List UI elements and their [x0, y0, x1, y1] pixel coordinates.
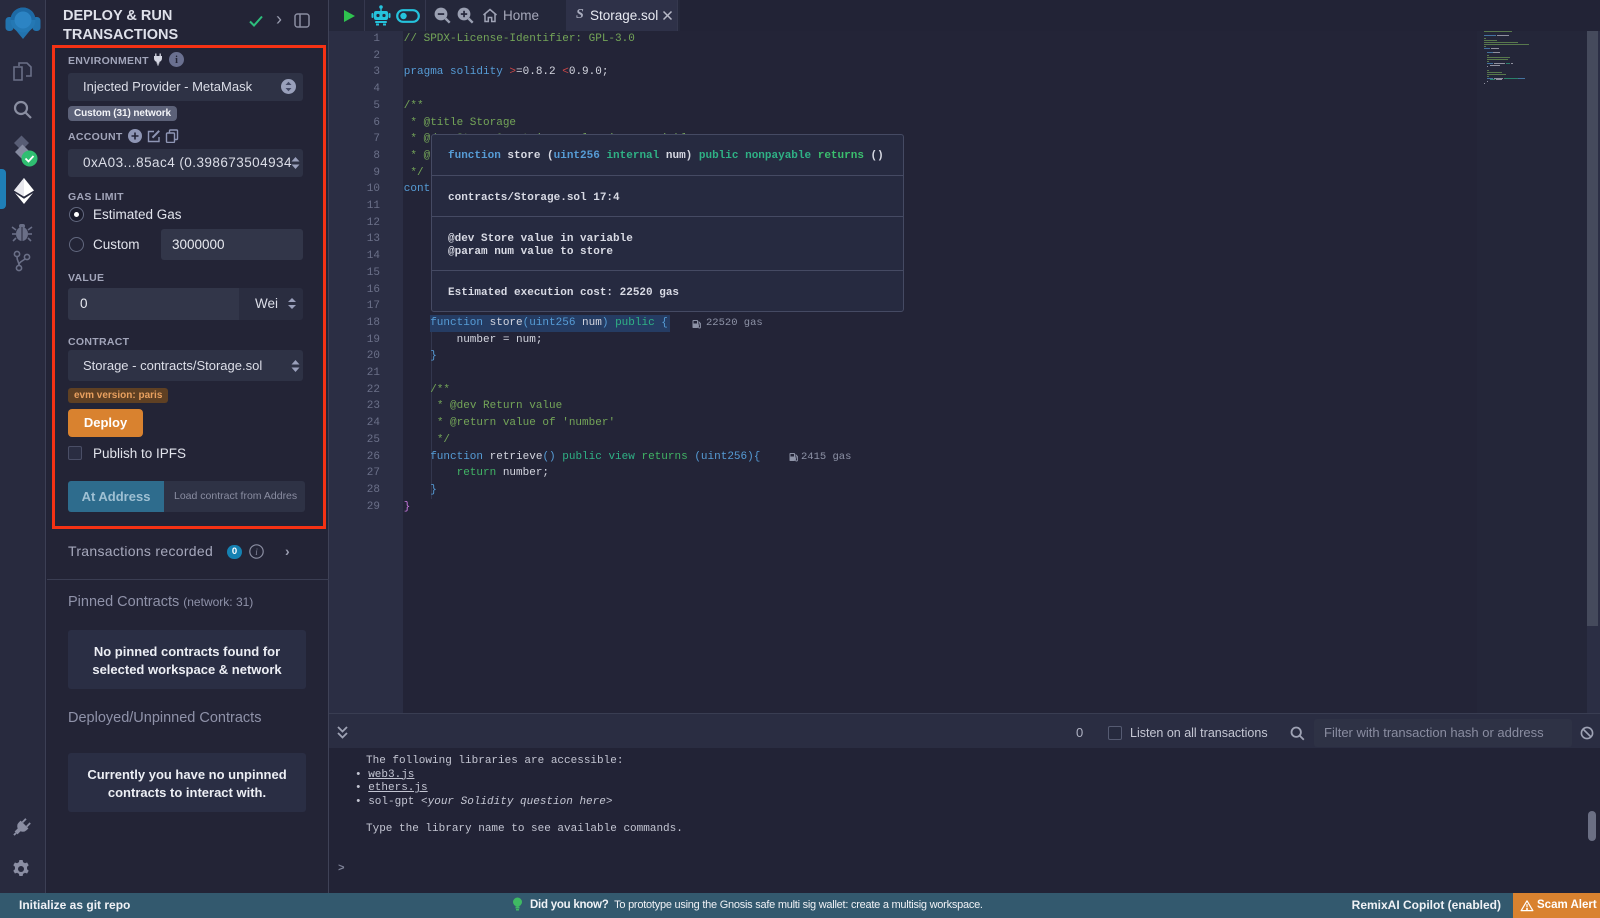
- svg-text:i: i: [255, 547, 258, 557]
- svg-text:i: i: [175, 55, 178, 66]
